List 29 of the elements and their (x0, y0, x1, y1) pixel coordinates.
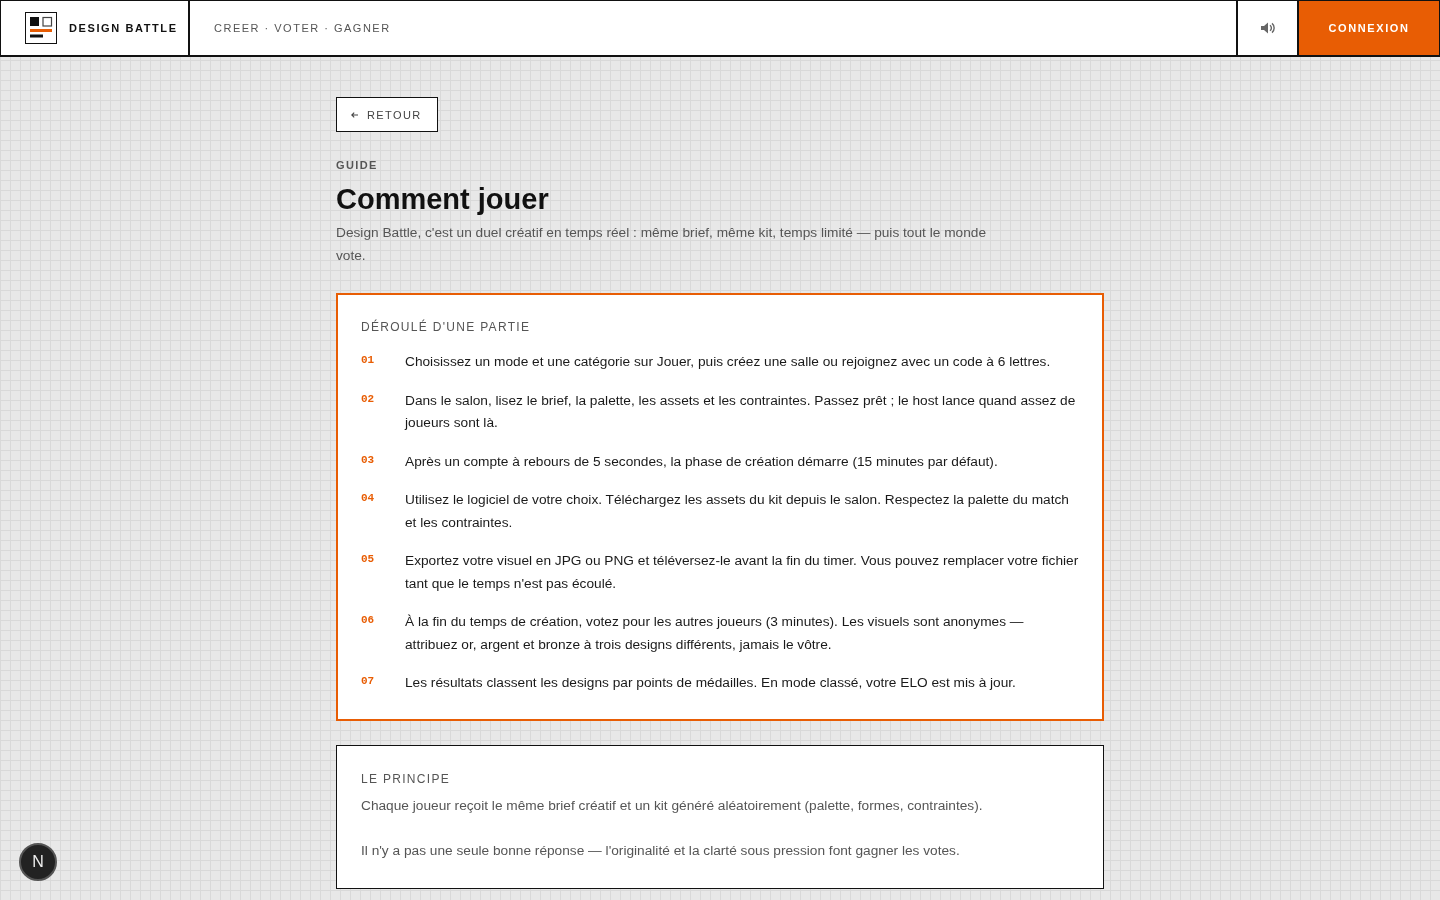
arrow-left-icon (351, 111, 358, 118)
step-text: Utilisez le logiciel de votre choix. Téléchargez les assets du kit depuis le salon. Respectez la palette du match et les contraintes. (405, 491, 1070, 532)
step-number: 05 (361, 552, 376, 567)
card-heading: DÉROULÉ D'UNE PARTIE (361, 320, 532, 334)
speaker-icon (1260, 22, 1275, 34)
step-number: 06 (361, 613, 376, 628)
login-button[interactable]: CONNEXION (1297, 1, 1439, 55)
step-text: Choisissez un mode et une catégorie sur Jouer, puis créez une salle ou rejoignez avec un code à 6 lettres. (405, 353, 1052, 371)
card-heading: LE PRINCIPE (361, 771, 451, 786)
step-number: 07 (361, 674, 376, 689)
logo-icon (25, 12, 57, 44)
principle-text: Chaque joueur reçoit le même brief créatif et un kit généré aléatoirement (palette, formes, contraintes). (361, 796, 984, 815)
dev-tools-button[interactable]: N (19, 843, 57, 881)
intro-text: Design Battle, c'est un duel créatif en temps réel : même brief, même kit, temps limité — puis tout le monde vote. (336, 224, 987, 265)
back-button[interactable]: RETOUR (336, 97, 438, 132)
brand-name: DESIGN BATTLE (69, 22, 178, 34)
tagline: CREER · VOTER · GAGNER (213, 21, 392, 36)
step-number: 03 (361, 452, 376, 468)
principle-text: Il n'y a pas une seule bonne réponse — l'originalité et la clarté sous pression font gagner les votes. (361, 841, 961, 860)
step-text: Après un compte à rebours de 5 secondes, la phase de création démarre (15 minutes par défaut). (405, 452, 999, 471)
step-number: 02 (361, 391, 376, 407)
section-label: GUIDE (336, 159, 378, 171)
step-number: 01 (361, 353, 376, 368)
step-text: Les résultats classent les designs par points de médailles. En mode classé, votre ELO est mis à jour. (405, 674, 1017, 692)
step-number: 04 (361, 491, 376, 506)
step-text: Exportez votre visuel en JPG ou PNG et téléversez-le avant la fin du timer. Vous pouvez remplacer votre fichier tant que le temps n'est pas écoulé. (405, 552, 1079, 593)
page-title: Comment jouer (336, 182, 549, 217)
step-text: Dans le salon, lisez le brief, la palette, les assets et les contraintes. Passez prêt ; le host lance quand assez de joueurs sont là. (405, 391, 1077, 432)
step-text: À la fin du temps de création, votez pour les autres joueurs (3 minutes). Les visuels sont anonymes — attribuez or, argent et bronze à trois designs différents, jamais le vôtre. (405, 613, 1025, 654)
